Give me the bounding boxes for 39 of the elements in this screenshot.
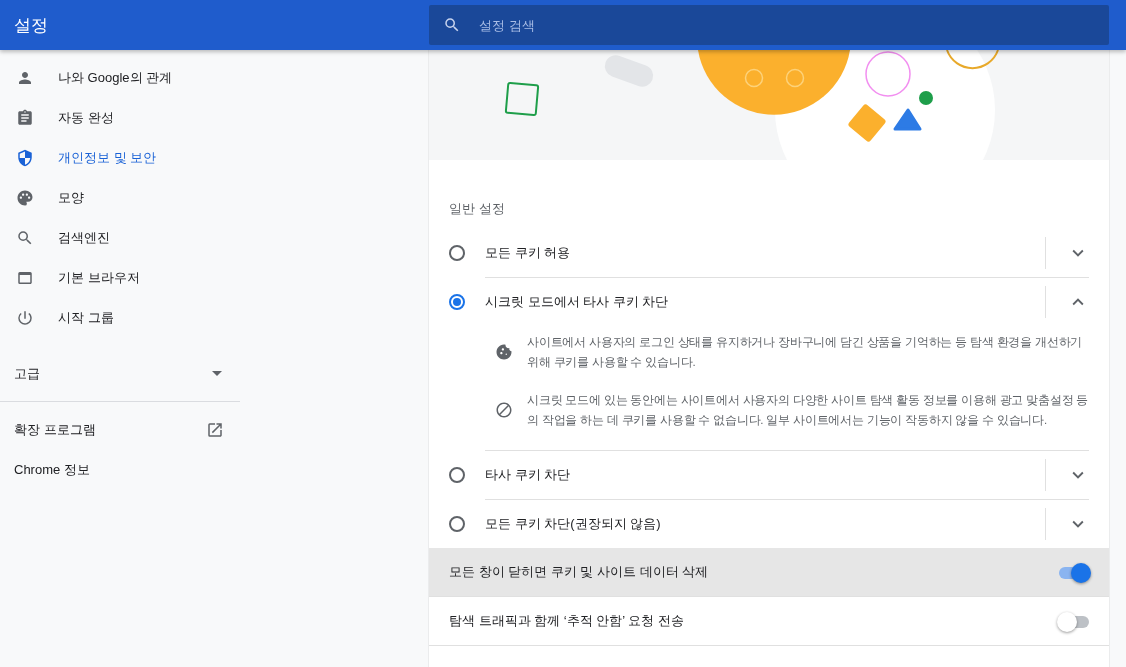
section-title: 일반 설정 <box>448 200 506 218</box>
radio-button[interactable] <box>449 294 465 310</box>
sidebar-item[interactable]: 검색엔진 <box>0 218 240 258</box>
sidebar-item[interactable]: 기본 브라우저 <box>0 258 240 298</box>
clipboard-icon <box>16 109 34 127</box>
blocked-icon <box>495 401 513 419</box>
toggle-switch[interactable] <box>1057 611 1091 631</box>
cookie-icon <box>495 343 513 361</box>
caret-icon <box>212 371 222 376</box>
sidebar-item[interactable]: 자동 완성 <box>0 98 240 138</box>
option-label: 시크릿 모드에서 타사 쿠키 차단 <box>484 293 670 311</box>
option-label: 모든 쿠키 허용 <box>484 244 572 262</box>
page-title: 설정 <box>14 14 48 37</box>
palette-icon <box>16 189 34 207</box>
radio-button[interactable] <box>449 467 465 483</box>
sidebar-item[interactable]: 개인정보 및 보안 <box>0 138 240 178</box>
sidebar-item[interactable]: 시작 그룹 <box>0 298 240 338</box>
option-label: 타사 쿠키 차단 <box>484 466 572 484</box>
option-description: 사이트에서 사용자의 로그인 상태를 유지하거나 장바구니에 담긴 상품을 기억하는 등 탐색 환경을 개선하기 위해 쿠키를 사용할 수 있습니다. <box>527 335 1084 370</box>
setting-label: 탐색 트래픽과 함께 ‘추적 안함’ 요청 전송 <box>449 612 684 630</box>
search-icon <box>16 229 34 247</box>
toggle-switch[interactable] <box>1057 562 1091 582</box>
radio-button[interactable] <box>449 245 465 261</box>
radio-button[interactable] <box>449 516 465 532</box>
sidebar-link[interactable]: Chrome 정보 <box>0 450 240 490</box>
sidebar-item[interactable]: 모양 <box>0 178 240 218</box>
external-link-icon <box>206 421 224 439</box>
setting-label: 모든 창이 닫히면 쿠키 및 사이트 데이터 삭제 <box>449 563 709 581</box>
browser-window-icon <box>16 269 34 287</box>
sidebar-link[interactable]: 확장 프로그램 <box>0 410 240 450</box>
advanced-toggle[interactable]: 고급 <box>0 346 240 402</box>
person-icon <box>16 69 34 87</box>
shield-icon <box>16 149 34 167</box>
option-label: 모든 쿠키 차단(권장되지 않음) <box>484 515 662 533</box>
option-description: 시크릿 모드에 있는 동안에는 사이트에서 사용자의 다양한 사이트 탐색 활동 정보를 이용해 광고 맞춤설정 등의 작업을 하는 데 쿠키를 사용할 수 없습니다. 일부 사이트에서는 기능이 작동하지 않을 수 있습니다. <box>527 393 1089 428</box>
search-icon <box>443 16 461 34</box>
sidebar-item[interactable]: 나와 Google의 관계 <box>0 58 240 98</box>
power-icon <box>16 309 34 327</box>
search-field[interactable]: 설정 검색 <box>477 16 677 34</box>
